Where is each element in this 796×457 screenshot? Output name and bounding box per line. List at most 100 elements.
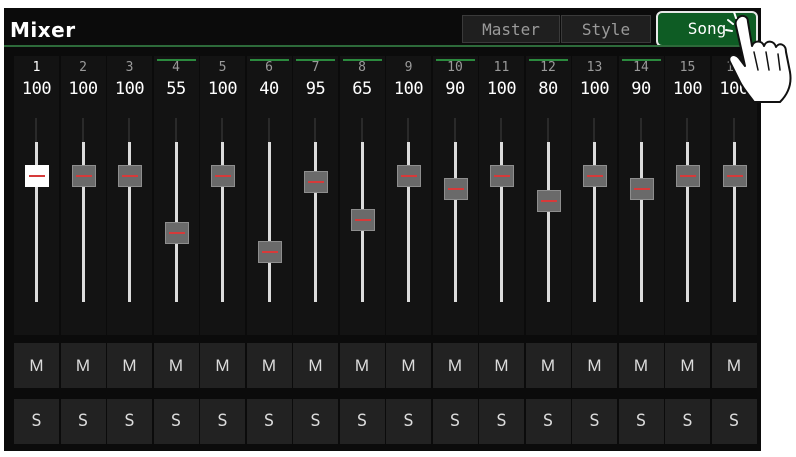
channel-volume-value: 95: [305, 79, 326, 99]
channel-number: 9: [404, 60, 413, 75]
solo-button[interactable]: S: [200, 399, 245, 444]
channel-strip-10: 10 90 M S: [432, 56, 478, 451]
fader-track-headroom: [546, 118, 549, 142]
mute-button[interactable]: M: [711, 343, 757, 388]
header-divider: [4, 45, 761, 47]
fader-knob[interactable]: [583, 165, 607, 188]
fader-track-headroom: [267, 118, 270, 142]
solo-button[interactable]: S: [339, 399, 385, 444]
channel-volume-value: 65: [352, 79, 372, 99]
channel-number: 11: [493, 60, 510, 75]
mute-button[interactable]: M: [107, 343, 152, 388]
channel-number: 7: [311, 60, 320, 75]
fader-track-headroom: [360, 118, 363, 142]
fader-knob[interactable]: [164, 221, 189, 244]
channel-strip-8: 8 65 M S: [339, 56, 385, 451]
mute-button[interactable]: M: [339, 343, 385, 388]
solo-button[interactable]: S: [386, 399, 431, 444]
solo-button[interactable]: S: [14, 399, 59, 444]
channel-volume-value: 90: [631, 79, 651, 99]
fader-track-headroom: [453, 118, 456, 142]
fader-knob[interactable]: [257, 240, 282, 263]
solo-button[interactable]: S: [711, 399, 757, 444]
fader-track[interactable]: [267, 142, 271, 302]
fader-knob[interactable]: [118, 165, 142, 188]
solo-button[interactable]: S: [153, 399, 199, 444]
mute-button[interactable]: M: [525, 343, 571, 388]
fader-track[interactable]: [314, 142, 317, 302]
fader-track-headroom: [593, 118, 595, 142]
channel-strip-3: 3 100 M S: [107, 56, 152, 451]
mute-button[interactable]: M: [60, 343, 106, 388]
fader-knob[interactable]: [629, 177, 654, 200]
fader-track-headroom: [639, 118, 642, 142]
mute-button[interactable]: M: [432, 343, 478, 388]
channel-volume-value: 80: [538, 79, 558, 99]
fader-knob[interactable]: [722, 165, 747, 188]
fader-knob[interactable]: [211, 165, 235, 188]
fader-knob[interactable]: [490, 165, 514, 188]
solo-button[interactable]: S: [246, 399, 292, 444]
solo-button[interactable]: S: [479, 399, 524, 444]
fader-knob[interactable]: [397, 165, 421, 188]
mute-button[interactable]: M: [200, 343, 245, 388]
solo-button[interactable]: S: [432, 399, 478, 444]
channel-volume-value: 100: [486, 79, 517, 99]
channel-volume-value: 100: [393, 79, 424, 99]
fader-track-headroom: [81, 118, 84, 142]
channel-strip-11: 11 100 M S: [479, 56, 524, 451]
fader-track-headroom: [128, 118, 130, 142]
mute-button[interactable]: M: [572, 343, 617, 388]
tab-style[interactable]: Style: [561, 15, 651, 43]
solo-button[interactable]: S: [525, 399, 571, 444]
solo-button[interactable]: S: [60, 399, 106, 444]
mute-button[interactable]: M: [14, 343, 59, 388]
channel-number: 14: [633, 60, 649, 75]
fader-knob[interactable]: [71, 165, 96, 188]
fader-track[interactable]: [546, 142, 550, 302]
solo-button[interactable]: S: [572, 399, 617, 444]
mute-button[interactable]: M: [618, 343, 664, 388]
fader-track-headroom: [174, 118, 177, 142]
solo-button[interactable]: S: [665, 399, 710, 444]
channel-strip-13: 13 100 M S: [572, 56, 617, 451]
mute-button[interactable]: M: [293, 343, 338, 388]
channel-number: 10: [447, 60, 463, 75]
fader-track-headroom: [35, 118, 37, 142]
channel-number: 3: [125, 60, 134, 75]
channel-strip-2: 2 100 M S: [60, 56, 106, 451]
tab-master[interactable]: Master: [462, 15, 560, 43]
fader-knob[interactable]: [676, 165, 700, 188]
fader-knob[interactable]: [350, 209, 375, 232]
mute-button[interactable]: M: [479, 343, 524, 388]
pointing-hand-icon: [725, 12, 792, 103]
mute-button[interactable]: M: [386, 343, 431, 388]
channel-strip-7: 7 95 M S: [293, 56, 338, 451]
channel-volume-value: 100: [207, 79, 238, 99]
fader-track-headroom: [314, 118, 316, 142]
channel-strip-5: 5 100 M S: [200, 56, 245, 451]
fader-knob[interactable]: [443, 177, 468, 200]
channel-volume-value: 100: [672, 79, 703, 99]
solo-button[interactable]: S: [293, 399, 338, 444]
page-title: Mixer: [10, 18, 76, 42]
mute-button[interactable]: M: [665, 343, 710, 388]
fader-track[interactable]: [639, 142, 643, 302]
channel-strip-15: 15 100 M S: [665, 56, 710, 451]
channel-volume-value: 100: [114, 79, 145, 99]
channel-volume-value: 90: [445, 79, 465, 99]
fader-knob[interactable]: [536, 190, 561, 213]
mute-button[interactable]: M: [246, 343, 292, 388]
mute-button[interactable]: M: [153, 343, 199, 388]
channel-number: 2: [79, 60, 87, 75]
channel-strip-16: 16100MS: [711, 56, 757, 451]
fader-knob[interactable]: [304, 171, 328, 194]
fader-track[interactable]: [453, 142, 457, 302]
channel-strip-1: 1 100 M S: [14, 56, 59, 451]
solo-button[interactable]: S: [107, 399, 152, 444]
channel-volume-value: 40: [259, 79, 279, 99]
fader-track-headroom: [732, 118, 735, 142]
fader-knob[interactable]: [25, 165, 49, 188]
channel-number: 5: [218, 60, 227, 75]
solo-button[interactable]: S: [618, 399, 664, 444]
